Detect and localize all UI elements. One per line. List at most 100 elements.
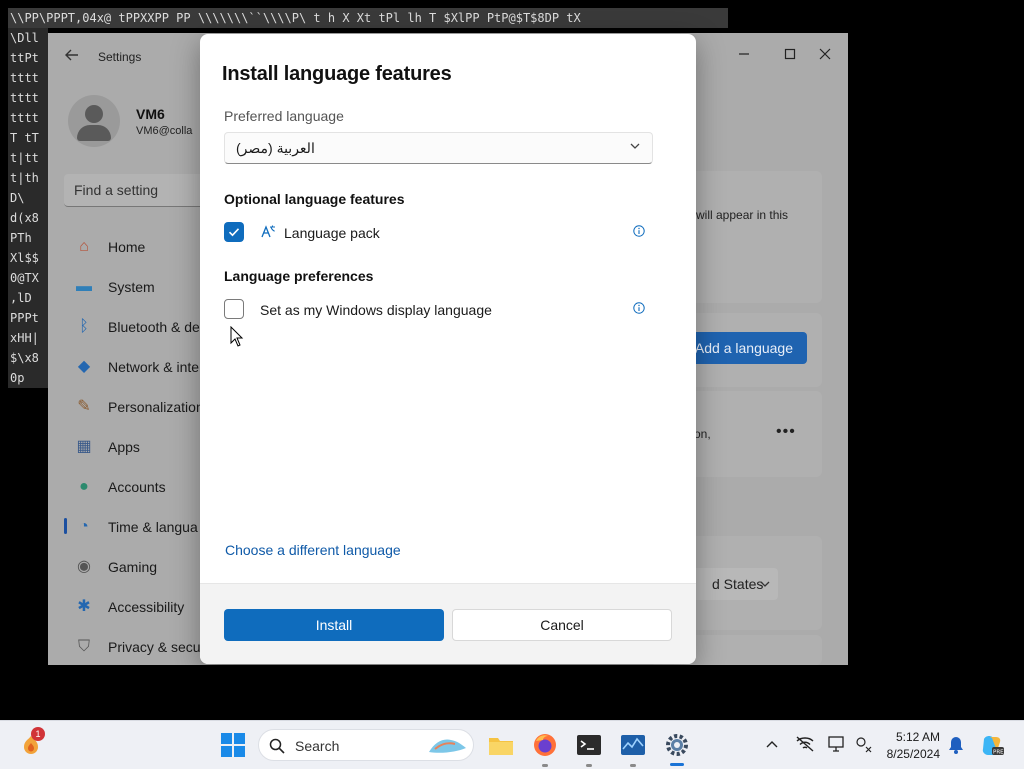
sidebar-item-label: Home — [108, 239, 146, 255]
sidebar-item-time-langua[interactable]: ◔ Time & langua — [64, 509, 214, 545]
terminal-line: \Dll — [10, 31, 39, 45]
region-dropdown[interactable]: d States — [688, 568, 778, 600]
display-language-checkbox[interactable] — [224, 299, 244, 319]
sidebar-item-label: Gaming — [108, 559, 158, 575]
install-button[interactable]: Install — [224, 609, 444, 641]
choose-different-language-link[interactable]: Choose a different language — [225, 542, 401, 558]
start-icon[interactable] — [220, 732, 246, 758]
sidebar-item-gaming[interactable]: ◉ Gaming — [64, 549, 214, 585]
terminal-line: xHH| — [10, 331, 39, 345]
sidebar-item-label: Apps — [108, 439, 140, 455]
close-icon[interactable] — [805, 39, 845, 69]
search-highlight-icon — [429, 739, 466, 753]
terminal-line: PPPt — [10, 311, 39, 325]
notification-badge: 1 — [31, 727, 45, 741]
sidebar-item-label: System — [108, 279, 155, 295]
gamepad-icon: ◉ — [77, 558, 91, 575]
sidebar-item-label: Time & langua — [108, 519, 198, 535]
avatar[interactable] — [68, 95, 120, 147]
language-preferences-heading: Language preferences — [224, 268, 374, 284]
copilot-icon[interactable]: PRE — [980, 733, 1004, 757]
avatar-body — [77, 125, 111, 141]
taskbar-time[interactable]: 5:12 AM — [876, 730, 940, 744]
terminal-line: t|th — [10, 171, 39, 185]
display-language-label: Set as my Windows display language — [260, 302, 492, 318]
shield-icon: ⛉ — [77, 638, 90, 655]
back-arrow-icon[interactable] — [64, 47, 84, 67]
sidebar-item-system[interactable]: ▬ System — [64, 269, 214, 305]
taskbar-search[interactable]: Search — [258, 729, 474, 761]
network-disconnected-icon[interactable] — [795, 735, 815, 753]
terminal-line: Xl$$ — [10, 251, 39, 265]
home-icon: ⌂ — [79, 238, 89, 255]
checkmark-icon — [228, 228, 240, 237]
sidebar-item-bluetooth-de[interactable]: ᛒ Bluetooth & de — [64, 309, 214, 345]
sidebar-item-apps[interactable]: ▦ Apps — [64, 429, 214, 465]
chevron-down-icon — [760, 581, 770, 587]
settings-icon[interactable] — [664, 732, 690, 758]
chevron-down-icon — [630, 143, 640, 149]
file-explorer-icon[interactable] — [488, 732, 514, 758]
svg-text:PRE: PRE — [993, 750, 1004, 756]
add-language-button[interactable]: Add a language — [687, 332, 807, 364]
preferred-language-value: العربية (مصر) — [236, 140, 315, 156]
terminal-line: ttPt — [10, 51, 39, 65]
terminal-icon[interactable] — [576, 732, 602, 758]
bluetooth-icon: ᛒ — [79, 318, 89, 335]
dialog-title: Install language features — [222, 63, 452, 85]
terminal-line: \\PP\PPPT,04x@ tPPXXPP PP \\\\\\\``\\\\P… — [10, 11, 581, 25]
terminal-line: D\ — [10, 191, 25, 205]
user-email: VM6@colla — [136, 125, 193, 137]
sidebar-item-label: Privacy & secu — [108, 639, 201, 655]
preferred-language-label: Preferred language — [224, 108, 344, 124]
region-value: d States — [712, 576, 764, 592]
notification-bell-icon[interactable] — [948, 736, 964, 754]
user-name: VM6 — [136, 106, 165, 122]
sidebar-item-accounts[interactable]: ● Accounts — [64, 469, 214, 505]
taskbar-date[interactable]: 8/25/2024 — [870, 747, 940, 761]
terminal-line: tttt — [10, 111, 39, 125]
terminal-line: T tT — [10, 131, 39, 145]
settings-active-indicator — [670, 763, 684, 766]
task-manager-running-indicator — [630, 764, 636, 767]
apps-icon: ▦ — [76, 438, 92, 455]
sidebar-item-label: Accessibility — [108, 599, 185, 615]
firefox-icon[interactable] — [532, 732, 558, 758]
accessibility-icon: ✱ — [77, 598, 91, 615]
sidebar-item-privacy-secu[interactable]: ⛉ Privacy & secu — [64, 629, 214, 665]
mouse-cursor-icon — [230, 326, 244, 347]
preferred-language-dropdown[interactable]: العربية (مصر) — [224, 132, 653, 164]
sidebar-item-network-inte[interactable]: ◆ Network & inte — [64, 349, 214, 385]
terminal-line: 0@TX — [10, 271, 39, 285]
sidebar-item-label: Network & inte — [108, 359, 200, 375]
sidebar-item-label: Bluetooth & de — [108, 319, 200, 335]
task-manager-icon[interactable] — [620, 732, 646, 758]
terminal-running-indicator — [586, 764, 592, 767]
maximize-icon[interactable] — [770, 39, 810, 69]
language-pack-checkbox[interactable] — [224, 222, 244, 242]
language-item-text: on, — [694, 427, 711, 441]
brush-icon: ✎ — [77, 398, 91, 415]
sidebar-item-accessibility[interactable]: ✱ Accessibility — [64, 589, 214, 625]
nav-selected-indicator — [64, 518, 67, 534]
avatar-head — [85, 105, 103, 123]
display-icon[interactable] — [827, 735, 847, 753]
languages-card-text: will appear in this — [696, 208, 789, 222]
globe-clock-icon: ◔ — [79, 518, 89, 535]
language-pack-icon — [261, 225, 275, 238]
app-title: Settings — [98, 50, 142, 64]
minimize-icon[interactable] — [724, 39, 764, 69]
info-icon[interactable] — [633, 302, 645, 314]
wifi-icon: ◆ — [77, 358, 91, 375]
sidebar-item-personalization[interactable]: ✎ Personalization — [64, 389, 214, 425]
terminal-line: PTh — [10, 231, 32, 245]
cancel-button[interactable]: Cancel — [452, 609, 672, 641]
info-icon[interactable] — [633, 225, 645, 237]
terminal-line: 0p — [10, 371, 25, 385]
search-icon — [269, 738, 285, 754]
more-options-icon[interactable]: ••• — [776, 423, 796, 441]
sidebar-item-home[interactable]: ⌂ Home — [64, 229, 214, 265]
find-setting-placeholder: Find a setting — [74, 182, 159, 198]
terminal-line: $\x8 — [10, 351, 39, 365]
chevron-up-icon[interactable] — [766, 739, 778, 749]
